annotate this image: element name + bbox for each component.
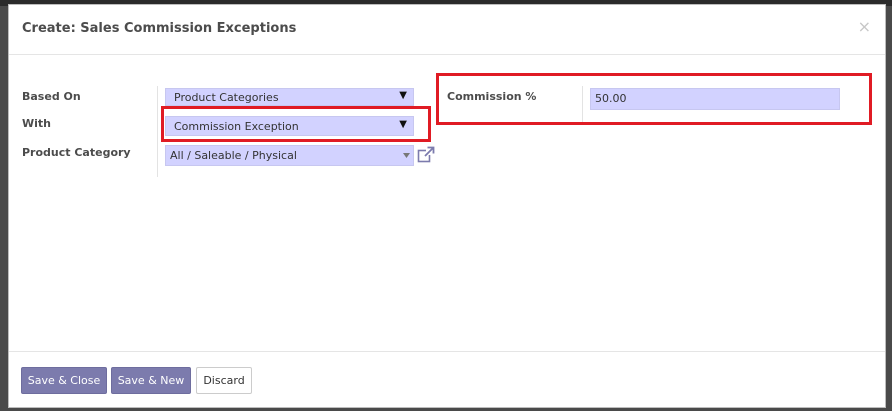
dialog-footer: Save & Close Save & New Discard — [9, 351, 885, 409]
discard-button[interactable]: Discard — [196, 367, 252, 394]
select-arrow-icon: ▼ — [399, 90, 407, 101]
based-on-value: Product Categories — [174, 91, 279, 104]
with-label: With — [22, 117, 51, 130]
highlight-box-with — [161, 106, 431, 142]
close-icon[interactable]: × — [858, 17, 871, 36]
based-on-select[interactable]: Product Categories ▼ — [165, 88, 414, 106]
product-category-field[interactable]: All / Saleable / Physical — [165, 145, 414, 166]
create-dialog: Create: Sales Commission Exceptions × Ba… — [8, 4, 886, 408]
product-category-label: Product Category — [22, 146, 131, 159]
dialog-title: Create: Sales Commission Exceptions — [22, 21, 297, 36]
caret-down-icon[interactable] — [403, 153, 410, 158]
dialog-header: Create: Sales Commission Exceptions × — [9, 5, 885, 55]
save-close-button[interactable]: Save & Close — [21, 367, 107, 394]
based-on-label: Based On — [22, 90, 81, 103]
save-new-button[interactable]: Save & New — [111, 367, 191, 394]
highlight-box-commission — [436, 73, 872, 125]
product-category-value: All / Saleable / Physical — [170, 149, 297, 162]
external-link-icon[interactable] — [417, 146, 435, 164]
field-separator — [157, 86, 158, 177]
